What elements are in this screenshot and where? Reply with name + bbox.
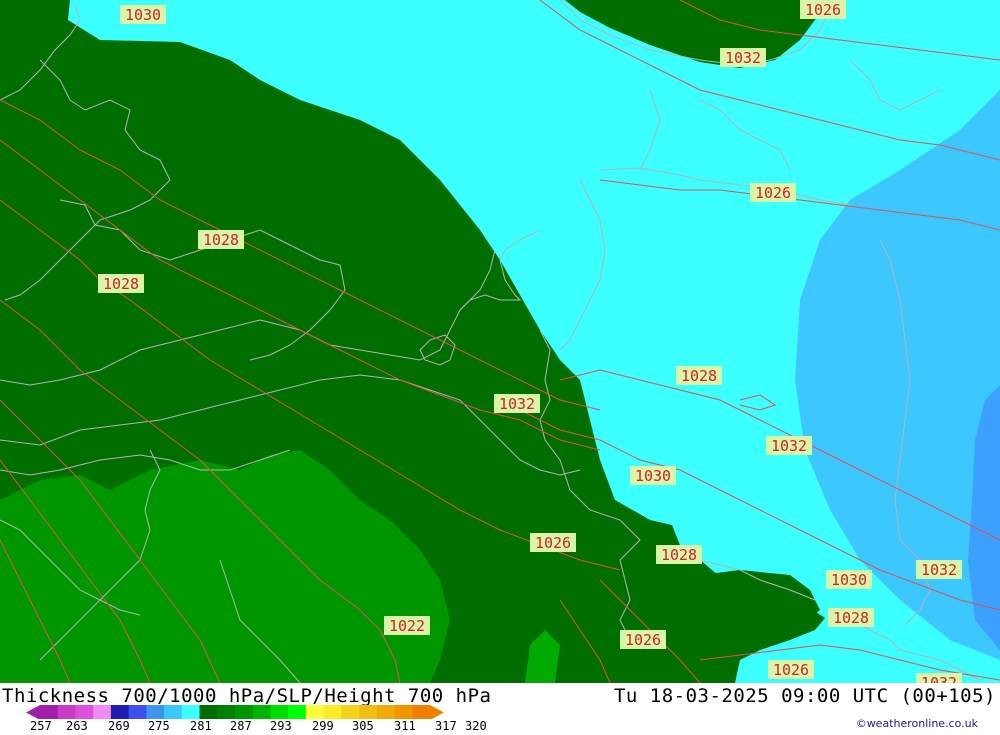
legend-swatch <box>359 705 378 719</box>
isobar-label: 1032 <box>725 49 761 67</box>
isobar-label: 1026 <box>535 534 571 552</box>
map-footer: Thickness 700/1000 hPa/SLP/Height 700 hP… <box>0 683 1000 733</box>
legend-swatch <box>394 705 413 719</box>
legend-swatch <box>270 705 289 719</box>
isobar-label: 1028 <box>833 609 869 627</box>
isobar-label: 1026 <box>755 184 791 202</box>
map-datetime: Tu 18-03-2025 09:00 UTC (00+105) <box>613 685 996 707</box>
isobar-label: 1032 <box>921 674 957 683</box>
legend-tick-label: 317 <box>435 719 457 733</box>
legend-swatch <box>252 705 271 719</box>
legend-tick-label: 263 <box>66 719 88 733</box>
isobar-label: 1026 <box>805 1 841 19</box>
isobar-label: 1030 <box>831 571 867 589</box>
legend-swatch <box>341 705 360 719</box>
isobar-label: 1032 <box>921 561 957 579</box>
isobar-label: 1028 <box>661 546 697 564</box>
legend-tick-label: 275 <box>148 719 170 733</box>
legend-swatch <box>199 705 218 719</box>
isobar-label: 1030 <box>125 6 161 24</box>
credit-text: ©weatheronline.co.uk <box>855 717 978 730</box>
legend-right-arrow <box>430 705 444 719</box>
legend-swatch <box>128 705 147 719</box>
legend-swatch <box>323 705 342 719</box>
legend-swatch <box>305 705 325 719</box>
isobar-label: 1032 <box>771 437 807 455</box>
weather-map: 1030 1026 1028 1032 1028 1026 1032 1028 1032 1030… <box>0 0 1000 683</box>
isobar-label: 1022 <box>389 617 425 635</box>
legend-swatch <box>164 705 183 719</box>
legend-tick-label: 293 <box>270 719 292 733</box>
legend-tick-label: 305 <box>352 719 374 733</box>
legend-swatch <box>217 705 236 719</box>
legend-tick-label: 320 <box>465 719 487 733</box>
legend-tick-label: 299 <box>312 719 334 733</box>
legend-tick-label: 311 <box>394 719 416 733</box>
legend-tick-label: 287 <box>230 719 252 733</box>
legend-swatch <box>75 705 94 719</box>
legend-swatch <box>110 705 130 719</box>
color-legend-bar <box>26 705 444 719</box>
legend-tick-label: 281 <box>190 719 212 733</box>
legend-swatch <box>235 705 254 719</box>
isobar-label: 1028 <box>103 275 139 293</box>
legend-swatch <box>288 705 307 719</box>
isobar-label: 1030 <box>635 467 671 485</box>
isobar-label: 1028 <box>203 231 239 249</box>
isobar-label: 1026 <box>773 661 809 679</box>
legend-swatch <box>376 705 396 719</box>
isobar-label: 1026 <box>625 631 661 649</box>
legend-left-arrow <box>26 705 40 719</box>
legend-swatch <box>412 705 431 719</box>
legend-tick-label: 269 <box>108 719 130 733</box>
legend-swatch <box>40 705 59 719</box>
legend-swatch <box>93 705 112 719</box>
legend-swatch <box>57 705 76 719</box>
legend-swatch <box>146 705 165 719</box>
legend-swatch <box>181 705 201 719</box>
isobar-label: 1032 <box>499 395 535 413</box>
legend-tick-label: 257 <box>30 719 52 733</box>
isobar-label: 1028 <box>681 367 717 385</box>
